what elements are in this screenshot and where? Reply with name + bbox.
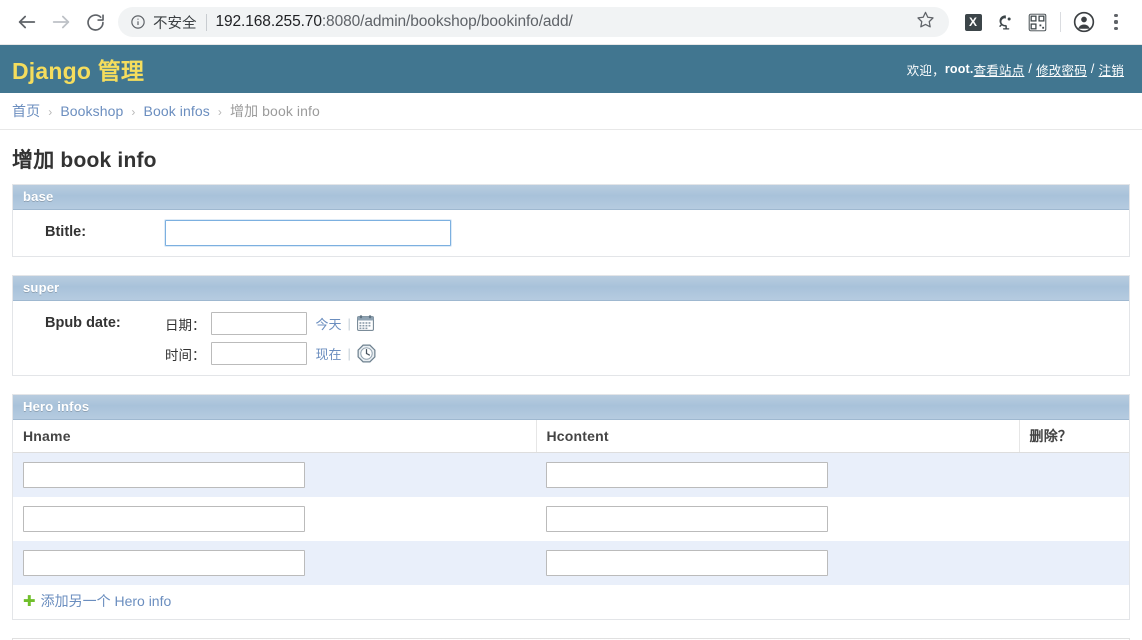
fieldset-super-legend: super xyxy=(13,276,1129,301)
column-header-hname: Hname xyxy=(13,420,537,453)
cell-hcontent xyxy=(536,541,1019,585)
extension-x-icon[interactable]: X xyxy=(958,7,988,37)
time-divider: | xyxy=(347,346,351,361)
table-row xyxy=(13,452,1129,497)
fieldset-super: super Bpub date: 日期： 今天 | 时间： 现在 | xyxy=(12,275,1130,376)
hname-input-1[interactable] xyxy=(23,506,305,532)
table-body: ✚ 添加另一个 Hero info xyxy=(13,452,1129,619)
hcontent-input-0[interactable] xyxy=(546,462,828,488)
user-tools: 欢迎， root. 查看站点 / 修改密码 / 注销 xyxy=(907,60,1124,79)
time-input[interactable] xyxy=(210,342,307,365)
date-line: 日期： 今天 | xyxy=(165,312,376,335)
now-link[interactable]: 现在 xyxy=(316,344,342,363)
satellite-dish-icon[interactable] xyxy=(990,7,1020,37)
hname-input-0[interactable] xyxy=(23,462,305,488)
table-row xyxy=(13,541,1129,585)
form-row-btitle: Btitle: xyxy=(13,210,1129,256)
cell-delete xyxy=(1019,452,1129,497)
usertools-separator-2: / xyxy=(1090,62,1095,76)
page-title: 增加 book info xyxy=(12,149,157,172)
usertools-separator-1: / xyxy=(1028,62,1033,76)
table-row xyxy=(13,497,1129,541)
url-host: 192.168.255.70 xyxy=(215,13,322,30)
time-label: 时间： xyxy=(165,347,206,363)
add-another-label: 添加另一个 Hero info xyxy=(40,593,172,609)
hname-input-2[interactable] xyxy=(23,550,305,576)
hero-infos-table: Hname Hcontent 删除？ ✚ 添加另一个 Hero info xyxy=(13,420,1129,619)
toolbar-divider xyxy=(1060,12,1061,32)
change-password-link[interactable]: 修改密码 xyxy=(1036,60,1087,79)
branding-name: Django xyxy=(12,58,92,84)
bpub-date-label: Bpub date: xyxy=(45,315,121,331)
breadcrumb-home[interactable]: 首页 xyxy=(12,103,40,119)
inline-legend: Hero infos xyxy=(13,395,1129,420)
date-label: 日期： xyxy=(165,317,206,333)
back-arrow-icon[interactable] xyxy=(10,5,44,39)
info-circle-icon[interactable] xyxy=(130,14,146,30)
breadcrumb: 首页 › Bookshop › Book infos › 增加 book inf… xyxy=(0,93,1142,130)
view-site-link[interactable]: 查看站点 xyxy=(974,60,1025,79)
form-row-bpub-date: Bpub date: 日期： 今天 | 时间： 现在 | xyxy=(13,301,1129,375)
add-row: ✚ 添加另一个 Hero info xyxy=(13,585,1129,619)
add-row-cell: ✚ 添加另一个 Hero info xyxy=(13,585,1129,619)
forward-arrow-icon[interactable] xyxy=(44,5,78,39)
fieldset-base: base Btitle: xyxy=(12,184,1130,257)
hcontent-input-1[interactable] xyxy=(546,506,828,532)
date-input[interactable] xyxy=(210,312,307,335)
extension-x-label: X xyxy=(964,13,982,31)
time-line: 时间： 现在 | xyxy=(165,342,376,365)
breadcrumb-model[interactable]: Book infos xyxy=(144,103,210,119)
username-label: root. xyxy=(944,62,974,76)
profile-avatar-icon[interactable] xyxy=(1069,7,1099,37)
address-bar[interactable]: 不安全 192.168.255.70:8080/admin/bookshop/b… xyxy=(118,7,949,37)
breadcrumb-app[interactable]: Bookshop xyxy=(60,103,123,119)
table-head: Hname Hcontent 删除？ xyxy=(13,420,1129,453)
branding-suffix: 管理 xyxy=(97,58,145,84)
welcome-label: 欢迎， xyxy=(906,63,945,78)
inline-group-hero-infos: Hero infos Hname Hcontent 删除？ ✚ 添加另一个 He… xyxy=(12,394,1130,620)
hcontent-input-2[interactable] xyxy=(546,550,828,576)
btitle-input[interactable] xyxy=(165,220,451,246)
kebab-menu-icon[interactable] xyxy=(1101,7,1131,37)
qr-code-icon[interactable] xyxy=(1022,7,1052,37)
plus-icon: ✚ xyxy=(23,592,36,610)
logout-link[interactable]: 注销 xyxy=(1099,60,1124,79)
security-status-label: 不安全 xyxy=(153,15,197,32)
breadcrumb-arrow-2: › xyxy=(131,105,136,119)
cell-hname xyxy=(13,541,536,585)
omnibox-divider xyxy=(205,13,207,31)
extension-icons: X xyxy=(957,7,1132,37)
browser-toolbar: 不安全 192.168.255.70:8080/admin/bookshop/b… xyxy=(0,0,1142,45)
column-header-hcontent: Hcontent xyxy=(536,420,1020,453)
column-header-delete: 删除？ xyxy=(1019,420,1129,453)
fieldset-base-legend: base xyxy=(13,185,1129,210)
cell-hcontent xyxy=(536,452,1019,497)
cell-hname xyxy=(13,497,536,541)
calendar-icon[interactable] xyxy=(356,315,374,332)
datetime-widget: 日期： 今天 | 时间： 现在 | xyxy=(165,311,376,365)
cell-delete xyxy=(1019,541,1129,585)
breadcrumb-current: 增加 book info xyxy=(229,103,320,119)
admin-header: Django 管理 欢迎， root. 查看站点 / 修改密码 / 注销 xyxy=(0,45,1142,93)
bookmark-star-icon[interactable] xyxy=(916,10,935,34)
breadcrumb-arrow-1: › xyxy=(48,105,53,119)
site-branding[interactable]: Django 管理 xyxy=(12,52,144,86)
btitle-label: Btitle: xyxy=(45,224,87,240)
cell-delete xyxy=(1019,497,1129,541)
url-path: :8080/admin/bookshop/bookinfo/add/ xyxy=(321,13,573,30)
url-text[interactable]: 192.168.255.70:8080/admin/bookshop/booki… xyxy=(216,13,911,31)
reload-icon[interactable] xyxy=(78,5,112,39)
date-divider: | xyxy=(347,316,351,331)
cell-hname xyxy=(13,452,536,497)
main-content: 增加 book info base Btitle: super Bpub dat… xyxy=(0,144,1142,640)
table-header-row: Hname Hcontent 删除？ xyxy=(13,420,1129,453)
cell-hcontent xyxy=(536,497,1019,541)
clock-icon[interactable] xyxy=(357,344,376,363)
add-another-hero-info-link[interactable]: ✚ 添加另一个 Hero info xyxy=(23,591,171,611)
today-link[interactable]: 今天 xyxy=(316,314,342,333)
breadcrumb-arrow-3: › xyxy=(217,105,222,119)
